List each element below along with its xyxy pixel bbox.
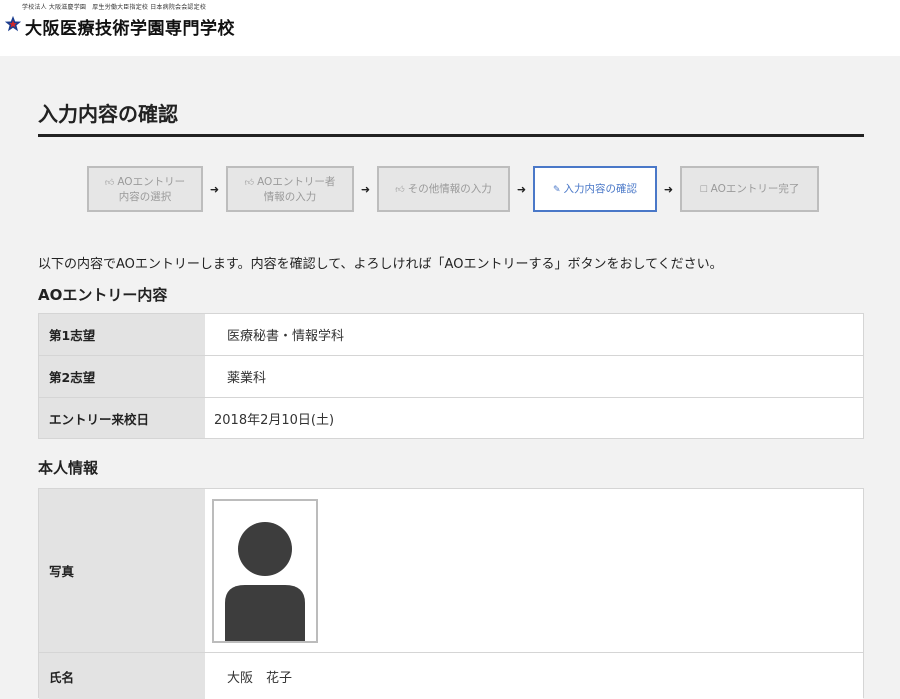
- personal-section-title: 本人情報: [38, 459, 99, 477]
- step-label-line1: AOエントリー完了: [710, 182, 800, 195]
- row-value: 2018年2月10日(土): [205, 398, 863, 438]
- school-logo[interactable]: 大阪医療技術学園専門学校: [4, 14, 235, 39]
- table-row: 第1志望 医療秘書・情報学科: [39, 314, 863, 356]
- step-label-line1: AOエントリー者: [257, 175, 336, 188]
- site-header: 学校法人 大阪滋慶学園 厚生労働大臣指定校 日本病院会会認定校 大阪医療技術学園…: [0, 0, 900, 56]
- table-row: 第2志望 薬業科: [39, 356, 863, 398]
- arrow-right-icon: ➜: [360, 182, 371, 196]
- name-label: 氏名: [39, 653, 205, 699]
- arrow-right-icon: ➜: [663, 182, 674, 196]
- step-other-info: 👍︎ その他情報の入力: [377, 166, 510, 212]
- photo-label: 写真: [39, 489, 205, 652]
- personal-table: 写真 氏名 大阪 花子: [38, 488, 864, 699]
- step-applicant-info: 👍︎ AOエントリー者 情報の入力: [226, 166, 354, 212]
- progress-steps: 👍︎ AOエントリー 内容の選択 ➜ 👍︎ AOエントリー者 情報の入力 ➜ 👍︎ そ…: [87, 166, 819, 212]
- photo-cell: [205, 489, 863, 652]
- photo-frame: [212, 498, 318, 643]
- step-ao-select: 👍︎ AOエントリー 内容の選択: [87, 166, 203, 212]
- arrow-right-icon: ➜: [209, 182, 220, 196]
- row-value: 薬業科: [205, 356, 863, 397]
- step-label-line1: その他情報の入力: [407, 182, 492, 195]
- step-confirm: ✎ 入力内容の確認: [533, 166, 657, 212]
- step-label-line2: 情報の入力: [263, 190, 317, 203]
- person-silhouette-icon: [225, 521, 305, 641]
- checkbox-icon: ☐: [699, 184, 708, 195]
- thumbs-up-icon: 👍︎: [104, 177, 115, 188]
- entry-section-title: AOエントリー内容: [38, 286, 168, 304]
- title-divider: [38, 134, 864, 137]
- row-value: 医療秘書・情報学科: [205, 314, 863, 355]
- table-row: 写真: [39, 489, 863, 653]
- edit-icon: ✎: [552, 184, 561, 195]
- star-logo-icon: [4, 15, 22, 37]
- table-row: エントリー来校日 2018年2月10日(土): [39, 398, 863, 438]
- name-value: 大阪 花子: [205, 653, 863, 699]
- row-label: 第1志望: [39, 314, 205, 355]
- school-name: 大阪医療技術学園専門学校: [25, 18, 235, 39]
- entry-table: 第1志望 医療秘書・情報学科 第2志望 薬業科 エントリー来校日 2018年2月…: [38, 313, 864, 439]
- step-complete: ☐ AOエントリー完了: [680, 166, 819, 212]
- page-title: 入力内容の確認: [38, 102, 178, 126]
- table-row: 氏名 大阪 花子: [39, 653, 863, 699]
- step-label-line1: AOエントリー: [117, 175, 186, 188]
- row-label: エントリー来校日: [39, 398, 205, 438]
- intro-text: 以下の内容でAOエントリーします。内容を確認して、よろしければ「AOエントリーす…: [38, 257, 723, 272]
- step-label-line1: 入力内容の確認: [563, 182, 638, 195]
- arrow-right-icon: ➜: [516, 182, 527, 196]
- step-label-line2: 内容の選択: [118, 190, 172, 203]
- org-line: 学校法人 大阪滋慶学園 厚生労働大臣指定校 日本病院会会認定校: [22, 4, 207, 11]
- row-label: 第2志望: [39, 356, 205, 397]
- thumbs-up-icon: 👍︎: [395, 184, 405, 195]
- thumbs-up-icon: 👍︎: [244, 177, 255, 188]
